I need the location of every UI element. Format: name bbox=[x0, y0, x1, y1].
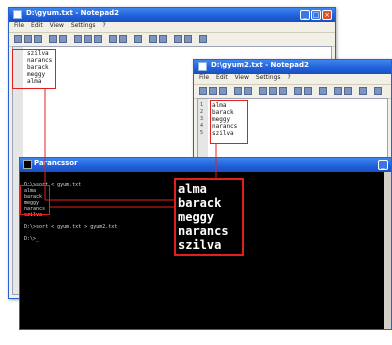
font-icon[interactable] bbox=[184, 35, 192, 43]
line-number: 5 bbox=[200, 130, 204, 136]
cut-icon[interactable] bbox=[259, 87, 267, 95]
line-number: 3 bbox=[200, 116, 204, 122]
open-file-icon[interactable] bbox=[209, 87, 217, 95]
save-icon[interactable] bbox=[34, 35, 42, 43]
zoom-out-icon[interactable] bbox=[344, 87, 352, 95]
minimize-icon[interactable]: _ bbox=[378, 160, 388, 170]
new-file-icon[interactable] bbox=[14, 35, 22, 43]
notepad-1-title: D:\gyum.txt - Notepad2 bbox=[26, 9, 120, 17]
minimize-icon[interactable]: _ bbox=[300, 10, 310, 20]
replace-icon[interactable] bbox=[119, 35, 127, 43]
menu-file[interactable]: File bbox=[199, 74, 209, 84]
close-icon[interactable]: × bbox=[322, 10, 332, 20]
notepad-2-toolbar bbox=[194, 84, 391, 99]
highlight-notepad2-lines bbox=[210, 100, 248, 144]
undo-icon[interactable] bbox=[234, 87, 242, 95]
line-number: 1 bbox=[200, 102, 204, 108]
cmd-scrollbar[interactable] bbox=[384, 172, 391, 329]
notepad-2-title: D:\gyum2.txt - Notepad2 bbox=[211, 61, 309, 69]
paste-icon[interactable] bbox=[279, 87, 287, 95]
maximize-icon[interactable]: □ bbox=[311, 10, 321, 20]
notepad-app-icon bbox=[13, 10, 22, 19]
find-icon[interactable] bbox=[294, 87, 302, 95]
cmd-title: Parancssor bbox=[34, 159, 78, 167]
menu-edit[interactable]: Edit bbox=[31, 22, 43, 32]
notepad-2-titlebar[interactable]: D:\gyum2.txt - Notepad2 bbox=[194, 60, 391, 74]
menu-settings[interactable]: Settings bbox=[256, 74, 281, 84]
redo-icon[interactable] bbox=[244, 87, 252, 95]
highlight-zoomed-output bbox=[174, 178, 244, 256]
menu-view[interactable]: View bbox=[50, 22, 64, 32]
menu-edit[interactable]: Edit bbox=[216, 74, 228, 84]
cmd-titlebar[interactable]: Parancssor _ bbox=[20, 158, 391, 172]
undo-icon[interactable] bbox=[49, 35, 57, 43]
line-number: 4 bbox=[200, 123, 204, 129]
notepad-1-titlebar[interactable]: D:\gyum.txt - Notepad2 _ □ × bbox=[9, 8, 335, 22]
copy-icon[interactable] bbox=[84, 35, 92, 43]
settings-icon[interactable] bbox=[199, 35, 207, 43]
scheme-icon[interactable] bbox=[359, 87, 367, 95]
wordwrap-icon[interactable] bbox=[319, 87, 327, 95]
zoom-out-icon[interactable] bbox=[159, 35, 167, 43]
zoom-in-icon[interactable] bbox=[149, 35, 157, 43]
console-line: D:\>_ bbox=[24, 236, 40, 242]
cmd-app-icon bbox=[23, 160, 32, 169]
cut-icon[interactable] bbox=[74, 35, 82, 43]
notepad-app-icon bbox=[198, 62, 207, 71]
redo-icon[interactable] bbox=[59, 35, 67, 43]
copy-icon[interactable] bbox=[269, 87, 277, 95]
find-icon[interactable] bbox=[109, 35, 117, 43]
menu-file[interactable]: File bbox=[14, 22, 24, 32]
menu-view[interactable]: View bbox=[235, 74, 249, 84]
highlight-notepad1-lines bbox=[12, 49, 56, 89]
settings-icon[interactable] bbox=[374, 87, 382, 95]
highlight-console-output bbox=[20, 185, 50, 215]
line-number: 2 bbox=[200, 109, 204, 115]
console-line: D:\>sort < gyum.txt > gyum2.txt bbox=[24, 224, 118, 230]
replace-icon[interactable] bbox=[304, 87, 312, 95]
new-file-icon[interactable] bbox=[199, 87, 207, 95]
notepad-1-toolbar bbox=[9, 32, 335, 47]
wordwrap-icon[interactable] bbox=[134, 35, 142, 43]
zoom-in-icon[interactable] bbox=[334, 87, 342, 95]
menu-help[interactable]: ? bbox=[103, 22, 106, 32]
notepad-1-menubar: File Edit View Settings ? bbox=[9, 22, 335, 32]
menu-settings[interactable]: Settings bbox=[71, 22, 96, 32]
save-icon[interactable] bbox=[219, 87, 227, 95]
open-file-icon[interactable] bbox=[24, 35, 32, 43]
menu-help[interactable]: ? bbox=[288, 74, 291, 84]
notepad-2-menubar: File Edit View Settings ? bbox=[194, 74, 391, 84]
paste-icon[interactable] bbox=[94, 35, 102, 43]
scheme-icon[interactable] bbox=[174, 35, 182, 43]
